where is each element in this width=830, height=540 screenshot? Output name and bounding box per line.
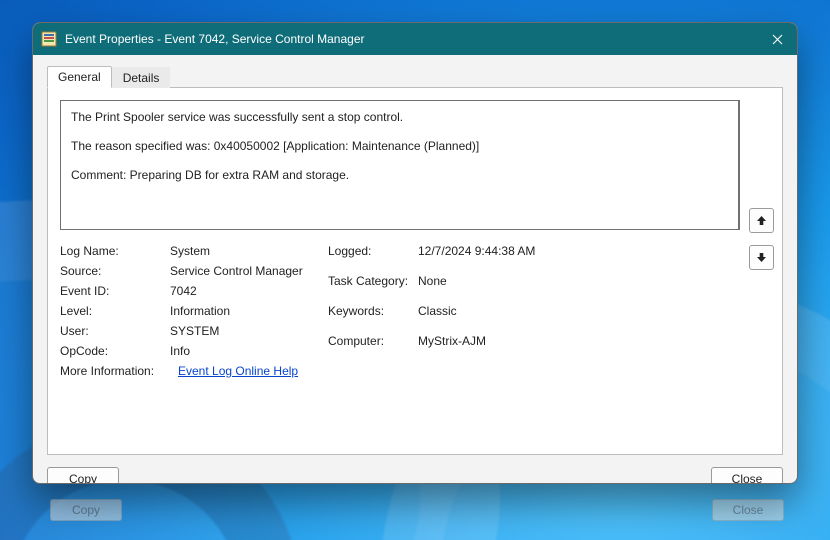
event-log-online-help-link[interactable]: Event Log Online Help — [178, 364, 298, 378]
value-level: Information — [170, 304, 328, 318]
label-opcode: OpCode: — [60, 344, 170, 358]
value-user: SYSTEM — [170, 324, 328, 338]
copy-button[interactable]: Copy — [47, 467, 119, 484]
value-source: Service Control Manager — [170, 264, 328, 278]
tabpage-general: The Print Spooler service was successful… — [47, 87, 783, 455]
value-task-category: None — [418, 274, 648, 298]
record-nav — [749, 208, 774, 270]
background-close-button: Close — [712, 499, 784, 521]
value-keywords: Classic — [418, 304, 648, 328]
label-computer: Computer: — [328, 334, 418, 358]
label-level: Level: — [60, 304, 170, 318]
label-event-id: Event ID: — [60, 284, 170, 298]
value-event-id: 7042 — [170, 284, 328, 298]
label-user: User: — [60, 324, 170, 338]
value-logged: 12/7/2024 9:44:38 AM — [418, 244, 648, 268]
arrow-up-icon — [756, 215, 767, 226]
close-button[interactable]: Close — [711, 467, 783, 484]
next-event-button[interactable] — [749, 245, 774, 270]
dialog-footer: Copy Close — [33, 467, 797, 484]
properties-grid: Log Name: System Source: Service Control… — [60, 244, 770, 358]
tabstrip: General Details — [47, 65, 783, 87]
label-task-category: Task Category: — [328, 274, 418, 298]
window-title: Event Properties - Event 7042, Service C… — [65, 32, 757, 46]
previous-event-button[interactable] — [749, 208, 774, 233]
arrow-down-icon — [756, 252, 767, 263]
description-line: The Print Spooler service was successful… — [71, 109, 728, 126]
more-information-row: More Information: Event Log Online Help — [60, 364, 770, 378]
app-icon — [41, 31, 57, 47]
window-close-button[interactable] — [757, 23, 797, 55]
background-copy-button: Copy — [50, 499, 122, 521]
tab-details[interactable]: Details — [112, 67, 171, 88]
description-line: Comment: Preparing DB for extra RAM and … — [71, 167, 728, 184]
label-keywords: Keywords: — [328, 304, 418, 328]
titlebar[interactable]: Event Properties - Event 7042, Service C… — [33, 23, 797, 55]
close-icon — [772, 34, 783, 45]
label-log-name: Log Name: — [60, 244, 170, 258]
value-computer: MyStrix-AJM — [418, 334, 648, 358]
dialog-client-area: General Details The Print Spooler servic… — [33, 55, 797, 467]
description-line: The reason specified was: 0x40050002 [Ap… — [71, 138, 728, 155]
event-properties-dialog: Event Properties - Event 7042, Service C… — [32, 22, 798, 484]
value-opcode: Info — [170, 344, 328, 358]
value-log-name: System — [170, 244, 328, 258]
label-source: Source: — [60, 264, 170, 278]
desktop-background: Copy Close Event Properties - Event 7042… — [0, 0, 830, 540]
event-description-box[interactable]: The Print Spooler service was successful… — [60, 100, 740, 230]
label-more-information: More Information: — [60, 364, 170, 378]
tab-general[interactable]: General — [47, 66, 112, 88]
label-logged: Logged: — [328, 244, 418, 268]
